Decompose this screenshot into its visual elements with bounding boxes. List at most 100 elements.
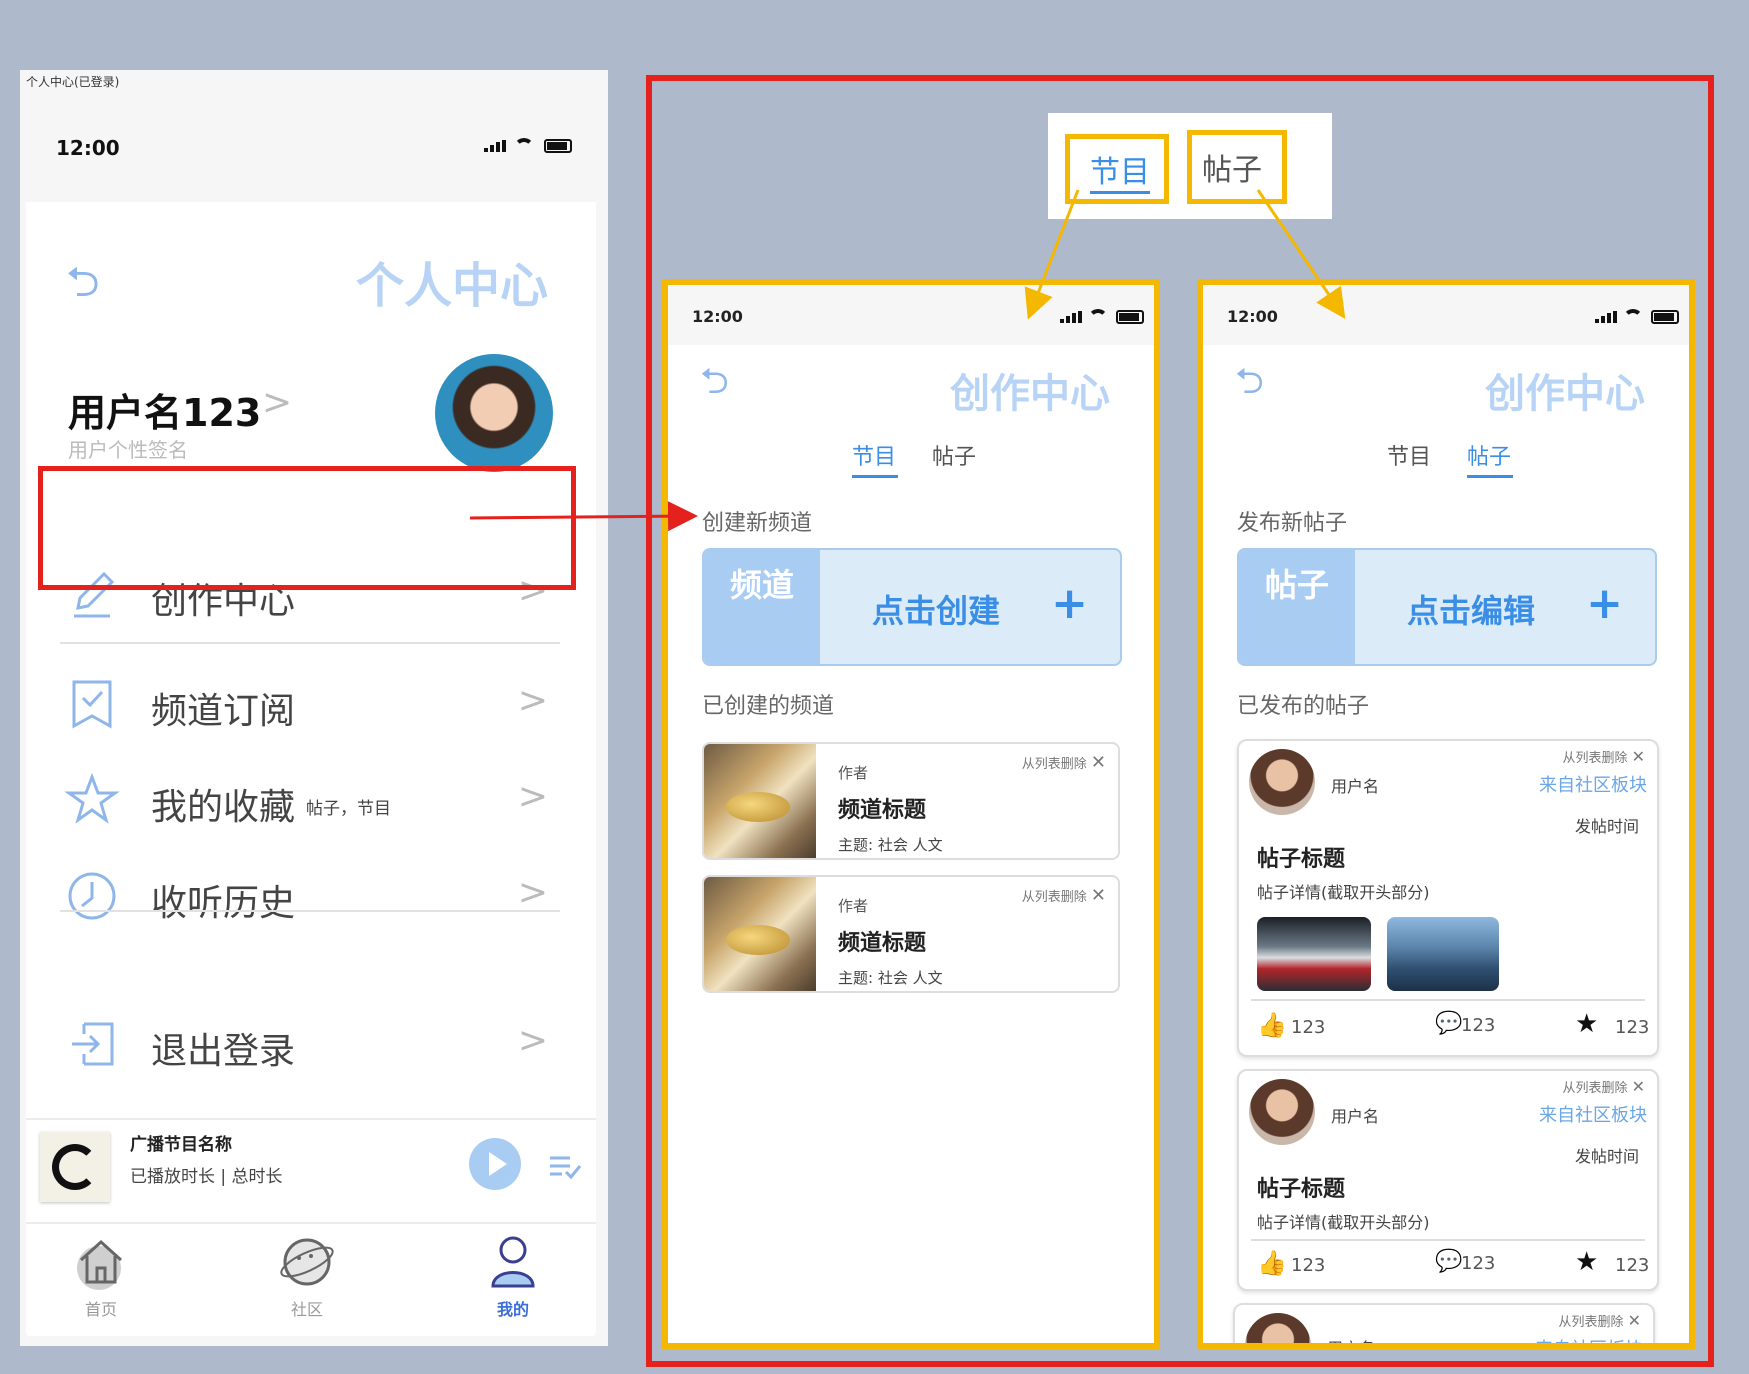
remove-from-list-button[interactable]: 从列表删除 ✕ (1022, 885, 1106, 906)
post-card[interactable]: 用户名 从列表删除 ✕ 来自社区板块 发帖时间 帖子标题 帖子详情(截取开头部分… (1237, 1069, 1659, 1291)
edit-action-label: 点击编辑 (1407, 592, 1536, 630)
tab-underline (852, 475, 898, 478)
program-title: 广播节目名称 (130, 1135, 232, 1155)
play-progress: 已播放时长 | 总时长 (130, 1167, 283, 1187)
battery-icon (544, 139, 572, 153)
post-source-link[interactable]: 来自社区板块 (1535, 1335, 1643, 1343)
plus-icon: + (1051, 578, 1088, 629)
status-time: 12:00 (692, 307, 743, 326)
back-icon[interactable]: ⮌ (700, 355, 729, 416)
user-signature: 用户个性签名 (68, 438, 188, 462)
profile-screen: 12:00 ⮌ 个人中心 用户名123 > 用户个性签名 创作中心 > 频道订阅… (26, 92, 596, 1336)
comment-icon[interactable]: 💬 (1435, 1011, 1462, 1036)
username-arrow-icon[interactable]: > (262, 382, 292, 423)
post-image-train[interactable] (1257, 917, 1371, 991)
create-section-title: 创建新频道 (702, 511, 813, 536)
tab-programs[interactable]: 节目 (852, 439, 896, 471)
tab-posts[interactable]: 帖子 (932, 439, 976, 471)
user-avatar[interactable] (1249, 749, 1315, 815)
menu-item-label: 我的收藏 (151, 787, 296, 828)
post-card[interactable]: 用户名 从列表删除 ✕ 来自社区板块 发帖时间 帖子标题 帖子详情(截取开头部分… (1237, 739, 1659, 1057)
channel-card[interactable]: 作者 频道标题 主题: 社会 人文 从列表删除 ✕ (702, 875, 1120, 993)
close-icon: ✕ (1631, 1077, 1645, 1096)
post-image-city[interactable] (1387, 917, 1499, 991)
profile-icon (491, 1236, 535, 1288)
star-icon[interactable]: ★ (1575, 1247, 1598, 1277)
mini-player[interactable]: 广播节目名称 已播放时长 | 总时长 (26, 1118, 596, 1224)
channel-label: 频道 (704, 550, 820, 664)
post-card[interactable]: 用户名 从列表删除 ✕ 来自社区板块 (1233, 1303, 1655, 1343)
nav-tab-home[interactable]: 首页 (56, 1232, 146, 1320)
star-count: 123 (1615, 1255, 1650, 1276)
status-bar: 12:00 (668, 285, 1154, 345)
channel-topic: 主题: 社会 人文 (838, 836, 943, 854)
clock-icon (68, 872, 116, 920)
back-icon[interactable]: ⮌ (1235, 355, 1264, 416)
tab-posts-box[interactable]: 帖子 (1187, 130, 1287, 204)
frame-label: 个人中心(已登录) (26, 75, 120, 89)
chevron-right-icon: > (517, 872, 548, 913)
battery-icon (1651, 310, 1679, 324)
divider (1251, 999, 1645, 1001)
close-icon: ✕ (1090, 752, 1106, 773)
menu-item-listening-history[interactable]: 收听历史 > (56, 854, 576, 944)
tab-programs-box[interactable]: 节目 (1065, 134, 1169, 204)
post-source-link[interactable]: 来自社区板块 (1539, 771, 1647, 797)
channel-cover (704, 744, 816, 858)
play-button[interactable] (469, 1138, 521, 1190)
create-channel-button[interactable]: 频道 点击创建 + (702, 548, 1122, 666)
username[interactable]: 用户名123 (68, 382, 261, 437)
user-avatar[interactable] (1245, 1313, 1311, 1343)
plus-icon: + (1586, 578, 1623, 629)
menu-item-label: 退出登录 (151, 1031, 296, 1072)
remove-label: 从列表删除 (1021, 757, 1087, 772)
comment-count: 123 (1461, 1253, 1496, 1274)
like-icon[interactable]: 👍 (1257, 1011, 1287, 1039)
nav-label: 首页 (84, 1300, 117, 1319)
menu-item-channel-subscription[interactable]: 频道订阅 > (56, 662, 576, 752)
user-avatar[interactable] (1249, 1079, 1315, 1145)
menu-item-logout[interactable]: 退出登录 > (56, 1002, 576, 1092)
post-time: 发帖时间 (1574, 817, 1639, 836)
comment-icon[interactable]: 💬 (1435, 1249, 1462, 1274)
remove-from-list-button[interactable]: 从列表删除 ✕ (1562, 1077, 1645, 1096)
tab-posts[interactable]: 帖子 (1467, 439, 1511, 471)
close-icon: ✕ (1090, 885, 1106, 906)
channel-title: 频道标题 (838, 931, 927, 956)
star-count: 123 (1615, 1017, 1650, 1038)
avatar[interactable] (435, 354, 553, 472)
post-detail: 帖子详情(截取开头部分) (1257, 1213, 1430, 1232)
remove-from-list-button[interactable]: 从列表删除 ✕ (1022, 752, 1106, 773)
remove-from-list-button[interactable]: 从列表删除 ✕ (1558, 1311, 1641, 1330)
star-icon[interactable]: ★ (1575, 1009, 1598, 1039)
remove-from-list-button[interactable]: 从列表删除 ✕ (1562, 747, 1645, 766)
wifi-icon (1088, 309, 1108, 323)
channel-author: 作者 (838, 897, 869, 915)
tab-underline (1467, 475, 1513, 478)
like-icon[interactable]: 👍 (1257, 1249, 1287, 1277)
back-icon[interactable]: ⮌ (66, 252, 100, 323)
tab-programs[interactable]: 节目 (1387, 439, 1431, 471)
chevron-right-icon: > (517, 776, 548, 817)
signal-icon (1595, 311, 1617, 323)
remove-label: 从列表删除 (1558, 1315, 1624, 1330)
channel-card[interactable]: 作者 频道标题 主题: 社会 人文 从列表删除 ✕ (702, 742, 1120, 860)
nav-tab-community[interactable]: 社区 (262, 1232, 352, 1320)
creation-center-programs: 12:00 ⮌ 创作中心 节目 帖子 创建新频道 频道 点击创建 + 已创建的频… (662, 279, 1160, 1349)
status-time: 12:00 (56, 136, 120, 160)
create-post-button[interactable]: 帖子 点击编辑 + (1237, 548, 1657, 666)
channel-cover (704, 877, 816, 991)
menu-item-favorites[interactable]: 我的收藏 帖子，节目 > (56, 758, 576, 848)
highlight-box (38, 466, 576, 590)
post-time: 发帖时间 (1574, 1147, 1639, 1166)
channel-title: 频道标题 (838, 798, 927, 823)
close-icon: ✕ (1627, 1311, 1641, 1330)
playlist-icon[interactable] (548, 1154, 582, 1180)
divider (1251, 1239, 1645, 1241)
page-title: 创作中心 (1485, 371, 1645, 417)
post-source-link[interactable]: 来自社区板块 (1539, 1101, 1647, 1127)
bookmark-check-icon (72, 680, 112, 729)
status-bar: 12:00 (26, 92, 596, 202)
post-label: 帖子 (1239, 550, 1355, 664)
nav-tab-mine[interactable]: 我的 (468, 1232, 558, 1320)
